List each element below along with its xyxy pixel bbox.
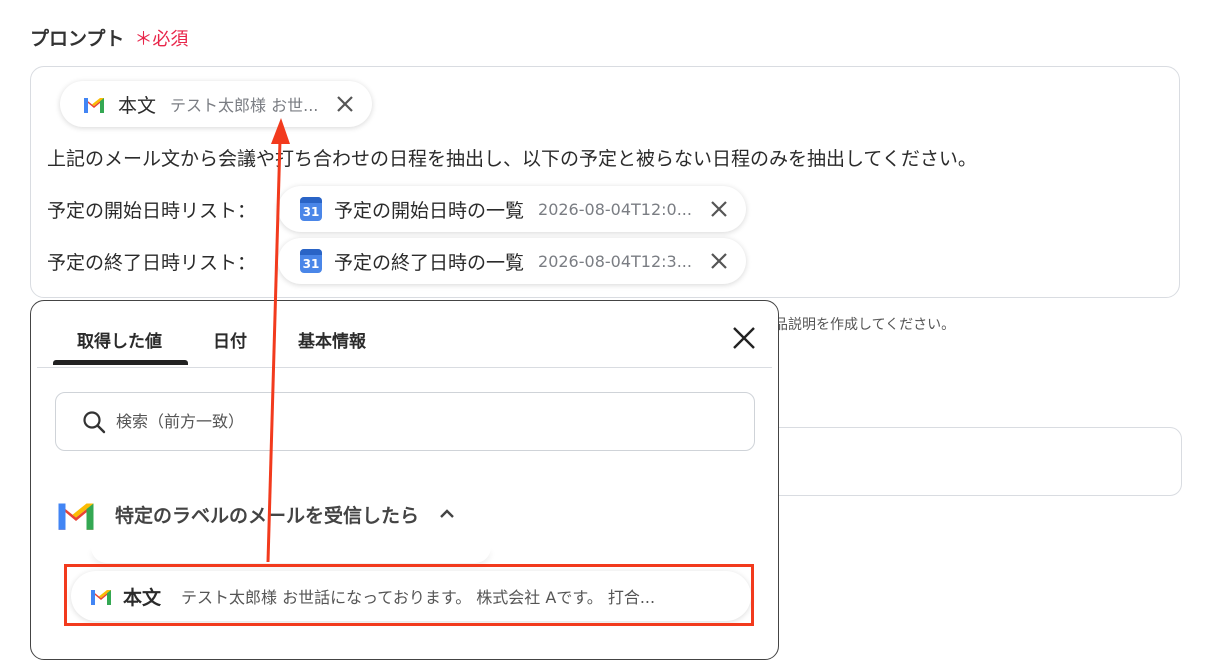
chip-value: 2026-08-04T12:0...: [538, 199, 692, 219]
remove-chip-icon[interactable]: [334, 93, 356, 115]
tab-date[interactable]: 日付: [213, 327, 247, 352]
remove-chip-icon[interactable]: [708, 198, 730, 220]
gmail-icon: [84, 98, 104, 113]
variable-chip-end-list[interactable]: 31 予定の終了日時の一覧 2026-08-04T12:3...: [278, 238, 746, 284]
prompt-line-start-label: 予定の開始日時リスト：: [47, 200, 257, 222]
variable-chip-start-list[interactable]: 31 予定の開始日時の一覧 2026-08-04T12:0...: [278, 186, 746, 232]
tab-divider: [37, 367, 772, 368]
active-tab-indicator: [53, 360, 188, 365]
list-item-value: テスト太郎様 お世話になっております。 株式会社 Aです。 打合...: [181, 588, 656, 607]
prompt-line-end-label: 予定の終了日時リスト：: [47, 252, 257, 274]
group-title: 特定のラベルのメールを受信したら: [115, 504, 420, 527]
variable-chip-body[interactable]: 本文 テスト太郎様 お世...: [60, 81, 373, 127]
search-box: [55, 392, 755, 451]
chevron-up-icon: [440, 509, 454, 518]
background-input-field[interactable]: [740, 427, 1182, 496]
chip-title: 本文: [118, 94, 157, 117]
prompt-field-label: プロンプト ＊必須: [30, 24, 188, 51]
variable-picker-panel: 取得した値 日付 基本情報 特定のラベルのメールを受信したら: [30, 300, 779, 660]
chip-title: 予定の開始日時の一覧: [334, 199, 525, 222]
group-header-gmail-trigger[interactable]: 特定のラベルのメールを受信したら: [55, 491, 535, 537]
gmail-icon: [91, 590, 111, 605]
gmail-icon: [58, 503, 94, 530]
list-item-body[interactable]: 本文 テスト太郎様 お世話になっております。 株式会社 Aです。 打合...: [71, 571, 751, 621]
prompt-line-instruction: 上記のメール文から会議や打ち合わせの日程を抽出し、以下の予定と被らない日程のみを…: [47, 148, 977, 170]
tab-retrieved-values[interactable]: 取得した値: [77, 327, 162, 352]
search-icon: [83, 410, 106, 433]
list-item-partial: [91, 547, 491, 563]
list-item-title: 本文: [123, 586, 162, 609]
calendar-icon: 31: [300, 249, 322, 273]
chip-value: テスト太郎様 お世...: [170, 96, 319, 115]
required-badge: ＊必須: [134, 29, 189, 50]
close-icon[interactable]: [731, 325, 757, 351]
chip-title: 予定の終了日時の一覧: [334, 251, 525, 274]
helper-text: 品説明を作成してください。: [774, 317, 956, 333]
field-label-text: プロンプト: [30, 28, 125, 50]
chip-value: 2026-08-04T12:3...: [538, 251, 692, 271]
remove-chip-icon[interactable]: [708, 250, 730, 272]
calendar-icon: 31: [300, 197, 322, 221]
tab-basic-info[interactable]: 基本情報: [298, 327, 366, 352]
search-input[interactable]: [114, 411, 718, 432]
